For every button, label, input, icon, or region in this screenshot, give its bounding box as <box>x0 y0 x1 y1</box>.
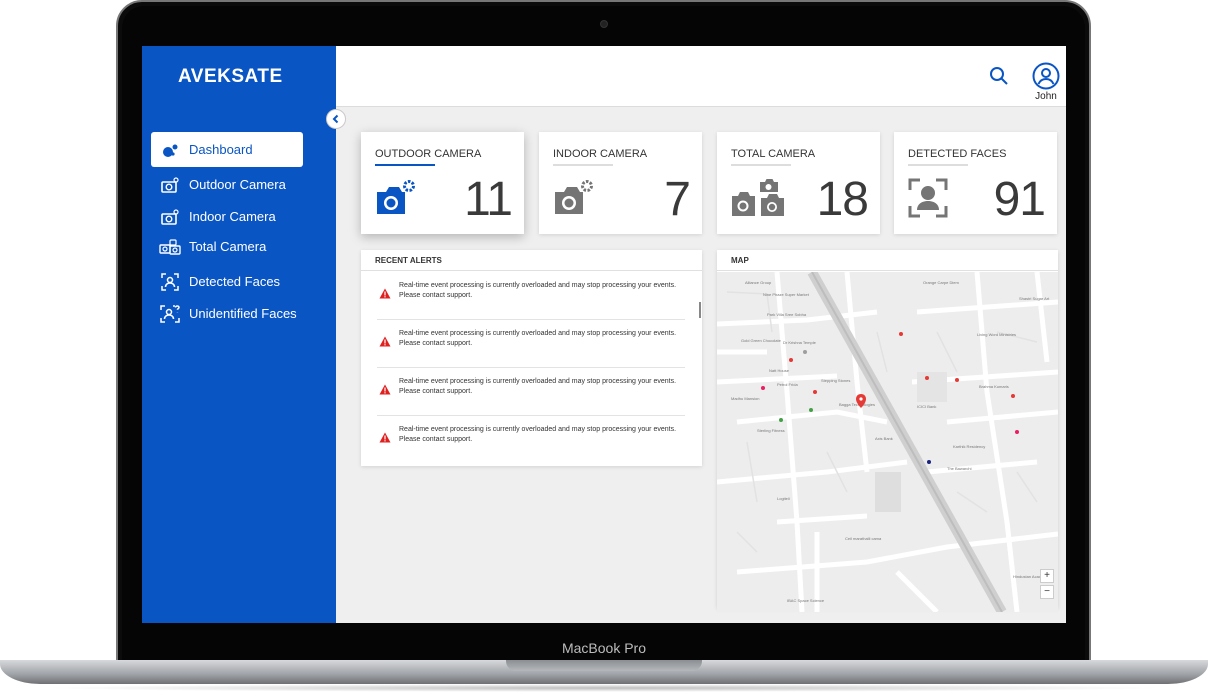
svg-text:Axis Bank: Axis Bank <box>875 436 893 441</box>
indoor-camera-card[interactable]: INDOOR CAMERA 7 <box>539 132 702 234</box>
svg-text:Petrol Frida: Petrol Frida <box>777 382 798 387</box>
card-value: 11 <box>464 173 513 226</box>
alert-item[interactable]: Real-time event processing is currently … <box>377 272 685 320</box>
sidebar: AVEKSATE Dashboard Outdoor Camera Indoor… <box>142 46 336 623</box>
device-label: MacBook Pro <box>561 640 647 656</box>
svg-text:Shastri Sugar Art: Shastri Sugar Art <box>1019 296 1050 301</box>
svg-text:Logiteli: Logiteli <box>777 496 790 501</box>
svg-text:Brahma Kumaris: Brahma Kumaris <box>979 384 1009 389</box>
total-camera-icon <box>731 178 791 223</box>
total-camera-card[interactable]: TOTAL CAMERA 18 <box>717 132 880 234</box>
face-scan-icon <box>157 272 183 291</box>
warning-icon <box>379 286 391 304</box>
svg-text:ICICI Bank: ICICI Bank <box>917 404 936 409</box>
app-screen: AVEKSATE Dashboard Outdoor Camera Indoor… <box>142 46 1066 623</box>
card-title: OUTDOOR CAMERA <box>375 148 482 160</box>
user-name[interactable]: John <box>1026 91 1066 102</box>
outdoor-camera-icon <box>375 178 417 223</box>
sidebar-item-label: Dashboard <box>189 142 253 157</box>
svg-text:Ceil marathalli cama: Ceil marathalli cama <box>845 536 882 541</box>
dashboard-icon <box>157 141 183 159</box>
indoor-camera-icon <box>553 178 595 223</box>
svg-text:Orange Carpe Diem: Orange Carpe Diem <box>923 280 959 285</box>
alert-message: Real-time event processing is currently … <box>399 330 677 337</box>
app-logo: AVEKSATE <box>178 66 283 87</box>
map-roads: Alliance Group Nine Phaze Super Market P… <box>717 272 1058 612</box>
alert-item[interactable]: Real-time event processing is currently … <box>377 416 685 464</box>
scrollbar[interactable] <box>699 302 701 318</box>
camera-icon <box>157 176 183 193</box>
warning-icon <box>379 430 391 448</box>
svg-text:Sterling Fitness: Sterling Fitness <box>757 428 785 433</box>
chevron-left-icon <box>332 114 339 124</box>
card-value: 91 <box>993 173 1046 226</box>
sidebar-item-unidentified-faces[interactable]: Unidentified Faces <box>151 296 303 331</box>
map-view[interactable]: Alliance Group Nine Phaze Super Market P… <box>717 272 1058 612</box>
svg-text:Gold Green Chocolate: Gold Green Chocolate <box>741 338 782 343</box>
sidebar-item-outdoor-camera[interactable]: Outdoor Camera <box>151 167 303 202</box>
sidebar-item-label: Unidentified Faces <box>189 306 297 321</box>
card-title: DETECTED FACES <box>908 148 1007 160</box>
warning-icon <box>379 334 391 352</box>
card-underline <box>553 164 613 166</box>
svg-text:Park Villa Sree Sobha: Park Villa Sree Sobha <box>767 312 807 317</box>
laptop-notch <box>506 660 702 671</box>
svg-text:Living Word Ministries: Living Word Ministries <box>977 332 1016 337</box>
alert-message: Real-time event processing is currently … <box>399 426 677 433</box>
sidebar-item-label: Indoor Camera <box>189 209 276 224</box>
svg-text:Dr Krishna Temple: Dr Krishna Temple <box>783 340 817 345</box>
card-value: 18 <box>816 173 869 226</box>
svg-text:Nine Phaze Super Market: Nine Phaze Super Market <box>763 292 810 297</box>
map-panel: MAP Alliance Group Nine Phaze Super Mark… <box>717 250 1058 612</box>
recent-alerts-panel: RECENT ALERTS Real-time event processing… <box>361 250 702 466</box>
svg-text:Stepping Stones: Stepping Stones <box>821 378 850 383</box>
outdoor-camera-card[interactable]: OUTDOOR CAMERA 11 <box>361 132 524 234</box>
card-underline <box>375 164 435 166</box>
svg-text:Alliance Group: Alliance Group <box>745 280 772 285</box>
sidebar-item-total-camera[interactable]: Total Camera <box>151 229 303 264</box>
camera-icon <box>157 208 183 225</box>
alert-subtext: Please contact support. <box>399 340 473 347</box>
svg-text:Madhu Mansion: Madhu Mansion <box>731 396 759 401</box>
map-zoom-in-button[interactable]: + <box>1040 569 1054 583</box>
face-scan-icon <box>908 178 948 223</box>
card-title: TOTAL CAMERA <box>731 148 816 160</box>
alert-subtext: Please contact support. <box>399 292 473 299</box>
top-bar: John <box>336 46 1066 107</box>
map-zoom-out-button[interactable]: − <box>1040 585 1054 599</box>
card-underline <box>731 164 791 166</box>
laptop-shadow <box>40 684 1168 692</box>
panel-title: RECENT ALERTS <box>361 250 702 271</box>
sidebar-item-label: Detected Faces <box>189 274 281 289</box>
card-underline <box>908 164 968 166</box>
sidebar-item-dashboard[interactable]: Dashboard <box>151 132 303 167</box>
svg-text:IBAC Space Science: IBAC Space Science <box>787 598 825 603</box>
webcam-dot <box>600 20 608 28</box>
alert-message: Real-time event processing is currently … <box>399 282 677 289</box>
alert-subtext: Please contact support. <box>399 436 473 443</box>
sidebar-item-detected-faces[interactable]: Detected Faces <box>151 264 303 299</box>
sidebar-item-label: Total Camera <box>189 239 267 254</box>
alert-message: Real-time event processing is currently … <box>399 378 677 385</box>
search-icon[interactable] <box>989 66 1009 91</box>
svg-text:Natt House: Natt House <box>769 368 790 373</box>
alert-subtext: Please contact support. <box>399 388 473 395</box>
svg-text:Bagga Technologies: Bagga Technologies <box>839 402 875 407</box>
alert-item[interactable]: Real-time event processing is currently … <box>377 368 685 416</box>
face-unknown-icon <box>157 304 183 324</box>
detected-faces-card[interactable]: DETECTED FACES 91 <box>894 132 1057 234</box>
warning-icon <box>379 382 391 400</box>
svg-text:Karthik Residency: Karthik Residency <box>953 444 985 449</box>
panel-title: MAP <box>717 250 1058 271</box>
card-title: INDOOR CAMERA <box>553 148 648 160</box>
sidebar-item-label: Outdoor Camera <box>189 177 286 192</box>
cameras-icon <box>157 238 183 255</box>
card-value: 7 <box>664 173 691 226</box>
svg-text:The Bawarchi: The Bawarchi <box>947 466 972 471</box>
collapse-sidebar-button[interactable] <box>326 109 346 129</box>
alert-item[interactable]: Real-time event processing is currently … <box>377 320 685 368</box>
